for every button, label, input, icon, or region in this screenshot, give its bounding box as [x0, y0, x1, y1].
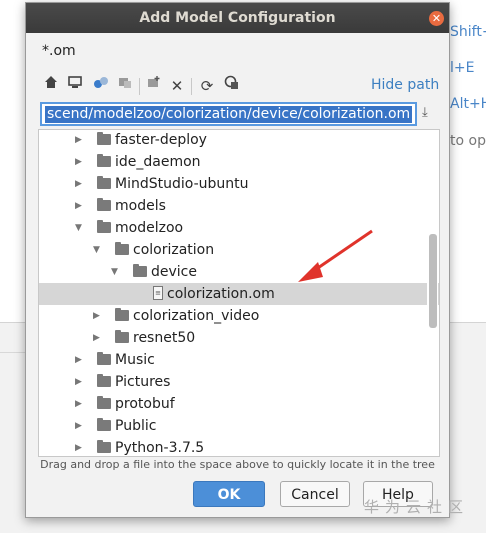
tree-folder-row[interactable]: ▶ MindStudio-ubuntu	[39, 173, 439, 195]
tree-item-label: MindStudio-ubuntu	[115, 176, 249, 192]
tree-item-label: device	[151, 264, 197, 280]
refresh-icon[interactable]: ⟳	[196, 75, 218, 97]
collapsed-arrow-icon[interactable]: ▶	[75, 371, 82, 393]
folder-icon	[97, 396, 111, 409]
tree-scrollbar-thumb[interactable]	[429, 234, 437, 328]
tree-item-label: faster-deploy	[115, 132, 207, 148]
project-icon[interactable]	[90, 75, 112, 97]
folder-icon	[97, 418, 111, 431]
tree-folder-row[interactable]: ▶ models	[39, 195, 439, 217]
tree-item-label: colorization_video	[133, 308, 260, 324]
shortcut-hint-4: to op	[450, 133, 486, 149]
tree-item-label: resnet50	[133, 330, 196, 346]
show-hidden-icon[interactable]	[220, 75, 242, 97]
tree-folder-row[interactable]: ▼ modelzoo	[39, 217, 439, 239]
folder-icon	[115, 308, 129, 321]
shortcut-hint-1: Shift+	[450, 24, 486, 40]
path-history-icon[interactable]: ⤓	[422, 105, 428, 120]
folder-icon	[97, 198, 111, 211]
tree-item-label: Music	[115, 352, 155, 368]
folder-icon	[97, 176, 111, 189]
tree-folder-row[interactable]: ▶ Music	[39, 349, 439, 371]
hide-path-link[interactable]: Hide path	[371, 77, 439, 93]
delete-icon[interactable]: ✕	[166, 75, 188, 97]
shortcut-hint-2: l+E	[450, 60, 475, 76]
expanded-arrow-icon[interactable]: ▼	[111, 261, 118, 283]
tree-item-label: Pictures	[115, 374, 171, 390]
dialog-title: Add Model Configuration	[139, 10, 336, 26]
tree-folder-row[interactable]: ▶ resnet50	[39, 327, 439, 349]
path-input[interactable]: scend/modelzoo/colorization/device/color…	[40, 102, 417, 126]
collapsed-arrow-icon[interactable]: ▶	[75, 349, 82, 371]
tree-item-label: protobuf	[115, 396, 175, 412]
model-file-icon: ≡	[153, 286, 163, 300]
toolbar-separator	[191, 78, 192, 95]
folder-icon	[115, 242, 129, 255]
folder-icon	[97, 352, 111, 365]
module-icon[interactable]	[114, 75, 136, 97]
tree-folder-row[interactable]: ▼ colorization	[39, 239, 439, 261]
tree-item-label: ide_daemon	[115, 154, 201, 170]
tree-item-label: models	[115, 198, 166, 214]
dialog-titlebar[interactable]: Add Model Configuration ✕	[26, 3, 449, 33]
collapsed-arrow-icon[interactable]: ▶	[75, 195, 82, 217]
folder-icon	[97, 440, 111, 453]
collapsed-arrow-icon[interactable]: ▶	[75, 393, 82, 415]
shortcut-hint-3: Alt+H	[450, 96, 486, 112]
tree-folder-row[interactable]: ▼ device	[39, 261, 439, 283]
collapsed-arrow-icon[interactable]: ▶	[75, 130, 82, 151]
tree-item-label: colorization.om	[167, 286, 275, 302]
home-icon[interactable]	[40, 75, 62, 97]
folder-icon	[115, 330, 129, 343]
new-folder-icon[interactable]	[143, 75, 165, 97]
collapsed-arrow-icon[interactable]: ▶	[93, 327, 100, 349]
tree-scrollbar[interactable]	[427, 130, 438, 456]
collapsed-arrow-icon[interactable]: ▶	[75, 173, 82, 195]
tree-folder-row[interactable]: ▶ Python-3.7.5	[39, 437, 439, 456]
expanded-arrow-icon[interactable]: ▼	[93, 239, 100, 261]
tree-folder-row[interactable]: ▶ Public	[39, 415, 439, 437]
toolbar-separator	[139, 78, 140, 95]
file-filter-label: *.om	[42, 43, 76, 59]
ok-button[interactable]: OK	[193, 481, 265, 507]
tree-folder-row[interactable]: ▶ ide_daemon	[39, 151, 439, 173]
tree-item-label: Python-3.7.5	[115, 440, 205, 456]
tree-item-label: Public	[115, 418, 157, 434]
collapsed-arrow-icon[interactable]: ▶	[75, 437, 82, 456]
tree-item-label: colorization	[133, 242, 215, 258]
desktop-icon[interactable]	[64, 75, 86, 97]
close-icon[interactable]: ✕	[429, 11, 444, 26]
tree-folder-row[interactable]: ▶ Pictures	[39, 371, 439, 393]
tree-folder-row[interactable]: ▶ faster-deploy	[39, 130, 439, 151]
file-tree[interactable]: ▶ Python-3.7.5 ▶ Public ▶ protobuf ▶ Pictures ▶ M…	[38, 129, 440, 457]
collapsed-arrow-icon[interactable]: ▶	[75, 415, 82, 437]
drag-drop-hint: Drag and drop a file into the space abov…	[40, 458, 435, 471]
collapsed-arrow-icon[interactable]: ▶	[75, 151, 82, 173]
tree-file-row[interactable]: ≡ colorization.om	[39, 283, 439, 305]
folder-icon	[97, 220, 111, 233]
collapsed-arrow-icon[interactable]: ▶	[93, 305, 100, 327]
folder-icon	[133, 264, 147, 277]
tree-item-label: modelzoo	[115, 220, 184, 236]
folder-icon	[97, 374, 111, 387]
add-model-configuration-dialog: Add Model Configuration ✕ *.om ✕ ⟳ Hide …	[25, 2, 450, 518]
path-input-value: scend/modelzoo/colorization/device/color…	[45, 106, 413, 123]
tree-folder-row[interactable]: ▶ colorization_video	[39, 305, 439, 327]
expanded-arrow-icon[interactable]: ▼	[75, 217, 82, 239]
folder-icon	[97, 132, 111, 145]
cancel-button[interactable]: Cancel	[280, 481, 350, 507]
watermark: 华为云社区	[364, 498, 470, 516]
folder-icon	[97, 154, 111, 167]
tree-folder-row[interactable]: ▶ protobuf	[39, 393, 439, 415]
